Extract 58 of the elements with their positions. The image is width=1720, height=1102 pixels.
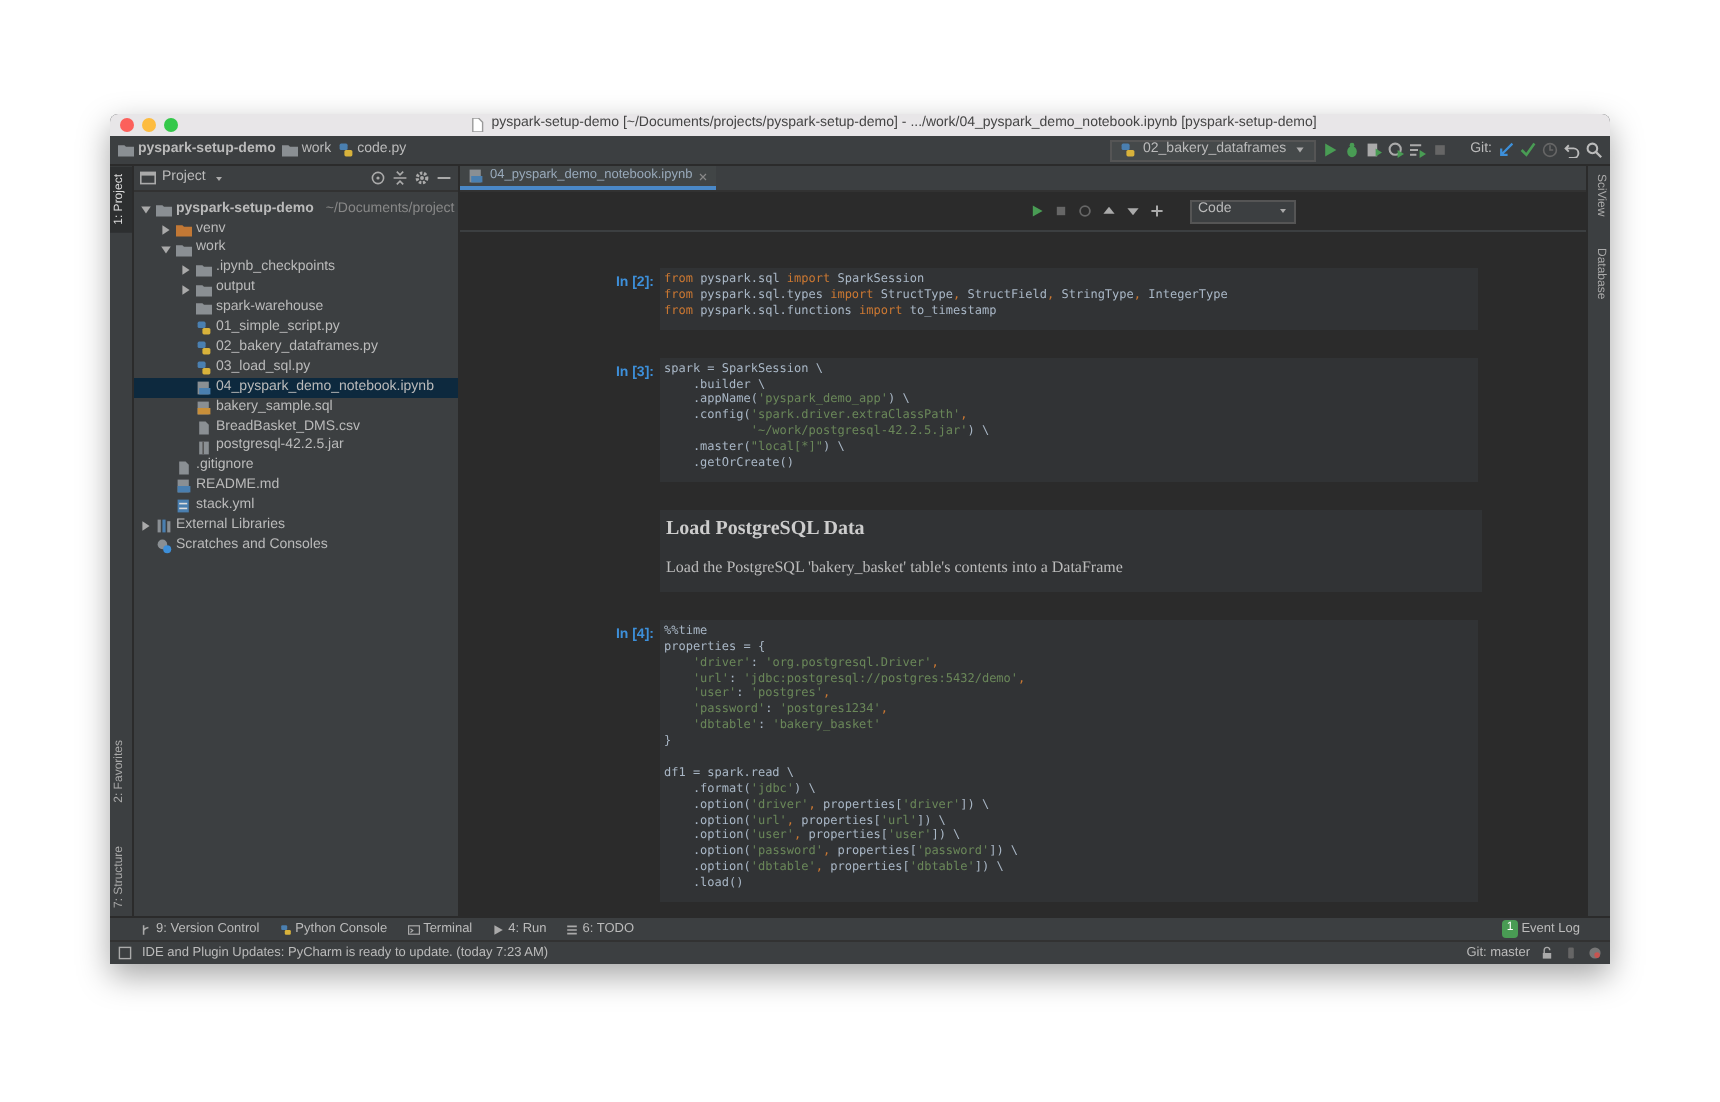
arrow-icon[interactable] bbox=[1498, 142, 1514, 158]
undo-icon[interactable] bbox=[1564, 142, 1580, 158]
chevron-icon[interactable] bbox=[160, 223, 172, 236]
bug-icon[interactable] bbox=[1344, 142, 1361, 158]
terminal-icon bbox=[407, 923, 420, 935]
markdown-cell[interactable]: Load PostgreSQL Data Load the PostgreSQL 'bakery_basket' table's contents into a DataFrame bbox=[660, 509, 1482, 592]
inspector-icon[interactable] bbox=[1588, 946, 1602, 960]
folder-icon bbox=[281, 142, 298, 158]
collapse-icon[interactable] bbox=[392, 170, 408, 186]
markdown-file-icon bbox=[176, 478, 192, 495]
python-file-icon bbox=[196, 360, 212, 377]
down-icon[interactable] bbox=[1126, 204, 1140, 218]
settings-icon[interactable] bbox=[414, 170, 430, 186]
up-icon[interactable] bbox=[1102, 204, 1116, 218]
python-file-icon bbox=[1119, 142, 1135, 158]
chevron-icon[interactable] bbox=[180, 283, 192, 295]
stop-icon[interactable] bbox=[1054, 204, 1068, 218]
profiler-icon[interactable] bbox=[1388, 142, 1405, 158]
notebook-file-icon bbox=[196, 379, 212, 396]
caret-icon bbox=[213, 173, 224, 183]
folder-icon bbox=[118, 142, 134, 158]
document-icon bbox=[469, 118, 484, 132]
branch-icon bbox=[140, 923, 152, 935]
coverage-icon[interactable] bbox=[1366, 142, 1383, 158]
play-icon bbox=[492, 923, 505, 935]
caret-icon bbox=[1278, 206, 1288, 216]
close-icon[interactable] bbox=[698, 171, 709, 181]
lock-icon[interactable] bbox=[1540, 946, 1554, 960]
search-icon[interactable] bbox=[1586, 142, 1602, 158]
panel-icon bbox=[140, 170, 156, 186]
add-icon[interactable] bbox=[1150, 204, 1164, 218]
python-file-icon bbox=[196, 340, 212, 357]
chevron-icon[interactable] bbox=[140, 203, 152, 216]
run-icon[interactable] bbox=[1030, 204, 1044, 218]
scratches-icon bbox=[156, 538, 172, 555]
library-icon bbox=[156, 518, 172, 535]
python-file-icon bbox=[196, 320, 212, 337]
run-icon[interactable] bbox=[1322, 142, 1339, 158]
list-icon bbox=[566, 923, 579, 935]
restart-icon[interactable] bbox=[1078, 204, 1092, 218]
database-file-icon bbox=[196, 399, 212, 416]
markdown-text: Load the PostgreSQL 'bakery_basket' table's contents into a DataFrame bbox=[666, 555, 1125, 580]
chevron-icon[interactable] bbox=[180, 263, 192, 276]
markdown-heading: Load PostgreSQL Data bbox=[666, 517, 867, 542]
chevron-icon[interactable] bbox=[160, 243, 172, 256]
archive-file-icon bbox=[196, 439, 212, 456]
panel-toggle-icon[interactable] bbox=[118, 946, 132, 960]
target-icon[interactable] bbox=[370, 170, 386, 186]
caret-icon bbox=[1294, 144, 1307, 156]
text-file-icon bbox=[196, 419, 212, 436]
chevron-icon[interactable] bbox=[140, 520, 152, 533]
checkmark-icon[interactable] bbox=[1520, 142, 1536, 158]
python-file-icon bbox=[279, 923, 292, 935]
run-list-icon[interactable] bbox=[1410, 142, 1427, 158]
python-file-icon bbox=[337, 142, 354, 158]
yaml-file-icon bbox=[176, 498, 192, 515]
text-file-icon bbox=[176, 459, 192, 476]
notebook-file-icon bbox=[468, 168, 484, 184]
